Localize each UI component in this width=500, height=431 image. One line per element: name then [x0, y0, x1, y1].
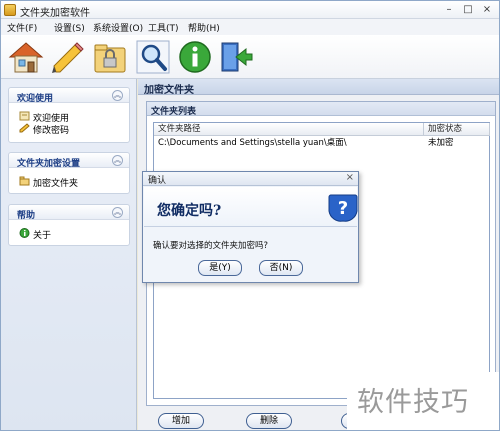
lock-icon[interactable]: [91, 38, 129, 76]
welcome-icon: [19, 111, 30, 121]
dialog-close-button[interactable]: ×: [346, 172, 354, 183]
home-icon[interactable]: [7, 38, 45, 76]
question-icon: ?: [328, 194, 358, 222]
group-header[interactable]: 帮助 ︽: [9, 205, 129, 221]
menu-file[interactable]: 文件(F): [7, 21, 37, 34]
sidebar-group-help: 帮助 ︽ 关于: [8, 204, 130, 246]
row-path: C:\Documents and Settings\stella yuan\桌面…: [158, 138, 347, 148]
watermark: 软件技巧: [347, 372, 499, 430]
sidebar-item-label: 加密文件夹: [33, 179, 79, 189]
minimize-button[interactable]: –: [441, 3, 457, 16]
sidebar-item-label: 修改密码: [33, 126, 70, 136]
close-button[interactable]: ×: [479, 3, 495, 16]
yes-button[interactable]: 是(Y): [198, 260, 242, 276]
menu-system-settings[interactable]: 系统设置(O): [93, 21, 143, 34]
info-icon[interactable]: [176, 38, 214, 76]
pencil-icon[interactable]: [48, 38, 86, 76]
menu-settings[interactable]: 设置(S): [54, 21, 85, 34]
group-title: 帮助: [17, 211, 36, 221]
delete-button[interactable]: 删除: [246, 413, 292, 429]
menu-help[interactable]: 帮助(H): [188, 21, 220, 34]
dialog-message: 确认要对选择的文件夹加密吗?: [153, 241, 269, 251]
dialog-banner: 您确定吗? ?: [144, 187, 358, 227]
menu-bar: 文件(F) 设置(S) 系统设置(O) 工具(T) 帮助(H): [1, 19, 499, 35]
sidebar-group-folder-encrypt: 文件夹加密设置 ︽ 加密文件夹: [8, 152, 130, 194]
add-button[interactable]: 增加: [158, 413, 204, 429]
folder-list-title: 文件夹列表: [151, 107, 197, 117]
folder-list-header: 文件夹列表: [147, 102, 495, 117]
column-header-status[interactable]: 加密状态: [424, 123, 490, 136]
magnifier-icon[interactable]: [134, 38, 172, 76]
page-title: 加密文件夹: [144, 85, 194, 96]
sidebar: 欢迎使用 ︽ 欢迎使用 修改密码 文件夹加密设置 ︽ 加密文件夹 帮助 ︽ 关于: [1, 79, 137, 430]
exit-icon[interactable]: [216, 38, 254, 76]
toolbar: [1, 35, 499, 79]
group-header[interactable]: 欢迎使用 ︽: [9, 88, 129, 104]
dialog-title-bar[interactable]: 确认 ×: [143, 172, 358, 186]
about-icon: [19, 228, 30, 238]
group-title: 文件夹加密设置: [17, 159, 81, 169]
sidebar-group-welcome: 欢迎使用 ︽ 欢迎使用 修改密码: [8, 87, 130, 143]
app-icon: [4, 4, 16, 16]
dialog-title: 确认: [148, 176, 167, 186]
sidebar-item-label: 关于: [33, 231, 52, 241]
main-header: 加密文件夹: [138, 79, 499, 96]
pen-icon: [19, 123, 30, 133]
column-header-path[interactable]: 文件夹路径: [154, 123, 424, 136]
watermark-text: 软件技巧: [357, 387, 469, 418]
collapse-icon[interactable]: ︽: [112, 155, 123, 166]
group-header[interactable]: 文件夹加密设置 ︽: [9, 153, 129, 169]
group-title: 欢迎使用: [17, 94, 54, 104]
dialog-question: 您确定吗?: [157, 203, 222, 219]
confirm-dialog: 确认 × 您确定吗? ? 确认要对选择的文件夹加密吗? 是(Y) 否(N): [142, 171, 359, 283]
row-status: 未加密: [428, 138, 454, 148]
app-window: 文件夹加密软件 – □ × 文件(F) 设置(S) 系统设置(O) 工具(T) …: [0, 0, 500, 431]
collapse-icon[interactable]: ︽: [112, 207, 123, 218]
collapse-icon[interactable]: ︽: [112, 90, 123, 101]
menu-tools[interactable]: 工具(T): [148, 21, 179, 34]
maximize-button[interactable]: □: [460, 3, 476, 16]
title-bar[interactable]: 文件夹加密软件 – □ ×: [1, 1, 499, 19]
no-button[interactable]: 否(N): [259, 260, 303, 276]
svg-text:?: ?: [338, 198, 348, 219]
folder-icon: [19, 176, 30, 186]
window-title: 文件夹加密软件: [20, 8, 90, 19]
